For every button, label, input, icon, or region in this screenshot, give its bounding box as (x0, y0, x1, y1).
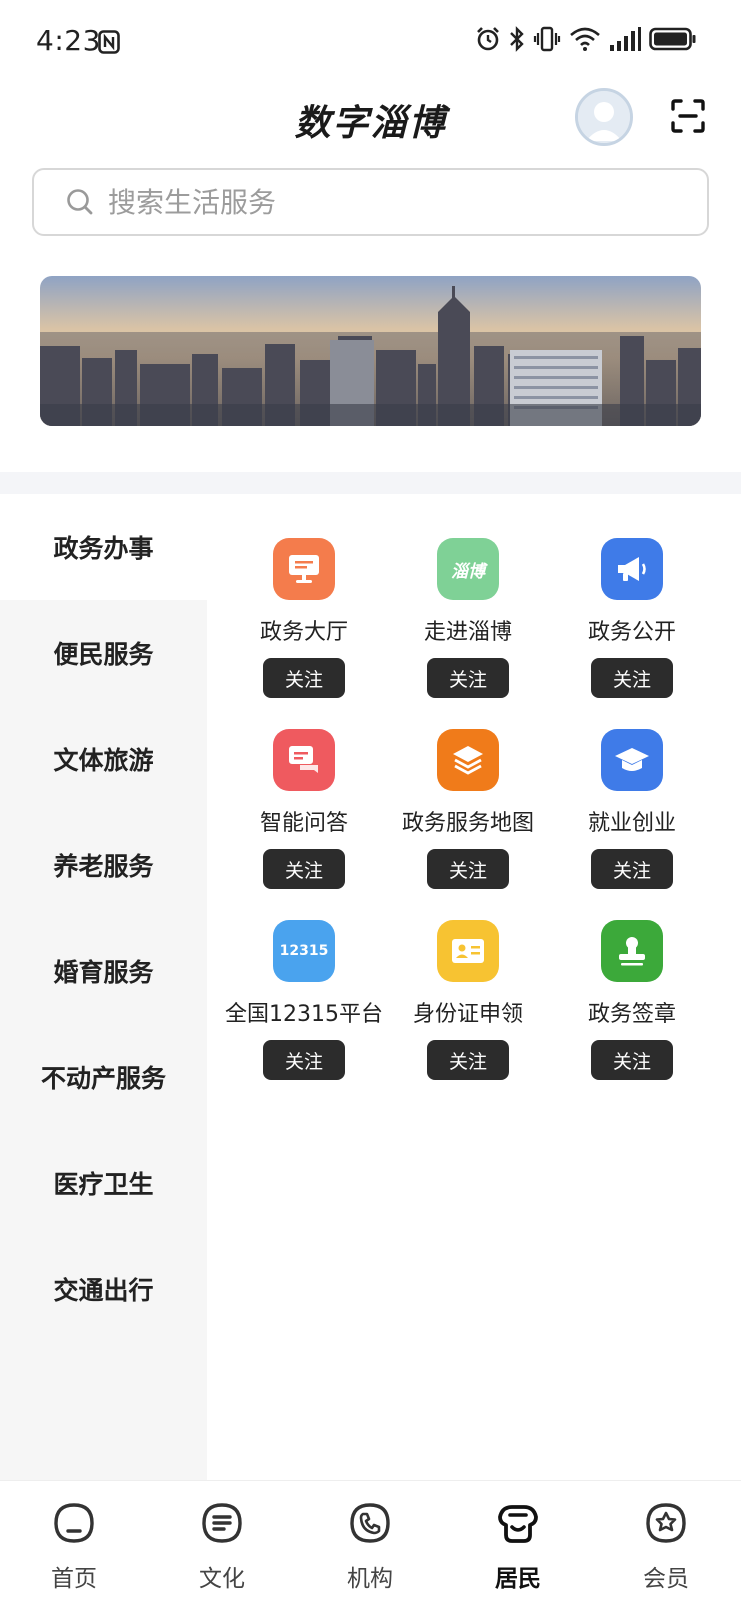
tab-label: 机构 (347, 1566, 393, 1592)
scan-icon[interactable] (670, 98, 706, 134)
category-sidebar: 政务办事 便民服务 文体旅游 养老服务 婚育服务 不动产服务 医疗卫生 交通出行 (0, 494, 207, 1480)
tab-member[interactable]: 会员 (592, 1481, 740, 1600)
tab-label: 文化 (199, 1566, 245, 1592)
phone-icon (350, 1503, 390, 1543)
service-label: 政务大厅 (259, 620, 348, 645)
residents-icon (498, 1505, 538, 1543)
service-item[interactable]: 12315 全国12315平台 关注 (222, 876, 386, 1080)
service-label: 政务签章 (587, 1002, 676, 1027)
sidebar-item-transportation[interactable]: 交通出行 (0, 1236, 207, 1342)
avatar[interactable] (575, 88, 633, 146)
service-item[interactable]: 政务服务地图 关注 (386, 685, 550, 889)
tab-home[interactable]: 首页 (0, 1481, 148, 1600)
sidebar-item-marriage-childbirth[interactable]: 婚育服务 (0, 918, 207, 1024)
follow-button[interactable]: 关注 (263, 1040, 345, 1080)
home-icon (54, 1503, 94, 1543)
status-bar: 4:23 (0, 0, 741, 80)
user-avatar-icon (578, 91, 630, 143)
service-label: 政务公开 (587, 620, 676, 645)
stamp-icon (601, 920, 663, 982)
zibo-logo-icon: 淄博 (437, 538, 499, 600)
city-skyline-image (40, 276, 701, 426)
sidebar-item-real-estate[interactable]: 不动产服务 (0, 1024, 207, 1130)
tab-culture[interactable]: 文化 (148, 1481, 296, 1600)
tab-label: 居民 (495, 1566, 541, 1592)
alarm-icon (477, 27, 499, 51)
sidebar-item-convenience-services[interactable]: 便民服务 (0, 600, 207, 706)
culture-icon (202, 1503, 242, 1543)
service-item[interactable]: 政务大厅 关注 (222, 494, 386, 698)
zibo-logo-text: 淄博 (451, 561, 485, 582)
service-item[interactable]: 身份证申领 关注 (386, 876, 550, 1080)
12315-icon: 12315 (273, 920, 335, 982)
service-label: 政务服务地图 (401, 811, 534, 836)
city-skyline-banner[interactable] (40, 276, 701, 426)
service-label: 智能问答 (259, 811, 348, 836)
chat-icon (273, 729, 335, 791)
member-icon (646, 1503, 686, 1543)
status-time: 4:23 (36, 24, 101, 57)
service-grid: 政务大厅 关注 淄博 走进淄博 关注 政务公开 关注 智能问答 关注 政务服务地… (207, 494, 741, 1480)
wifi-icon (570, 27, 600, 51)
section-divider (0, 472, 741, 494)
bottom-tab-bar: 首页 文化 机构 居民 会员 (0, 1480, 741, 1600)
tab-institutions[interactable]: 机构 (296, 1481, 444, 1600)
tab-label: 会员 (643, 1566, 689, 1592)
nfc-icon (98, 30, 120, 54)
search-bar[interactable] (32, 168, 709, 236)
12315-icon-text: 12315 (279, 943, 329, 959)
sidebar-item-elderly-care[interactable]: 养老服务 (0, 812, 207, 918)
follow-button[interactable]: 关注 (591, 1040, 673, 1080)
layers-icon (437, 729, 499, 791)
bluetooth-icon (510, 26, 524, 52)
tab-residents[interactable]: 居民 (444, 1481, 592, 1600)
service-item[interactable]: 政务签章 关注 (550, 876, 714, 1080)
battery-icon (649, 27, 696, 51)
sidebar-item-government-affairs[interactable]: 政务办事 (0, 494, 207, 600)
sidebar-item-healthcare[interactable]: 医疗卫生 (0, 1130, 207, 1236)
app-header: 数字淄博 (0, 84, 741, 154)
follow-button[interactable]: 关注 (427, 1040, 509, 1080)
service-item[interactable]: 智能问答 关注 (222, 685, 386, 889)
search-input[interactable] (108, 185, 668, 219)
graduation-cap-icon (601, 729, 663, 791)
sidebar-item-culture-sports-tourism[interactable]: 文体旅游 (0, 706, 207, 812)
service-label: 走进淄博 (423, 620, 512, 645)
megaphone-icon (601, 538, 663, 600)
service-item[interactable]: 淄博 走进淄博 关注 (386, 494, 550, 698)
service-label: 就业创业 (587, 811, 676, 836)
service-label: 全国12315平台 (225, 1002, 383, 1027)
service-item[interactable]: 就业创业 关注 (550, 685, 714, 889)
monitor-icon (273, 538, 335, 600)
search-icon (67, 189, 93, 215)
id-card-icon (437, 920, 499, 982)
status-icons (475, 26, 697, 52)
signal-icon (610, 27, 641, 51)
vibrate-icon (533, 26, 561, 52)
tab-label: 首页 (51, 1566, 97, 1592)
service-item[interactable]: 政务公开 关注 (550, 494, 714, 698)
service-label: 身份证申领 (412, 1002, 523, 1027)
